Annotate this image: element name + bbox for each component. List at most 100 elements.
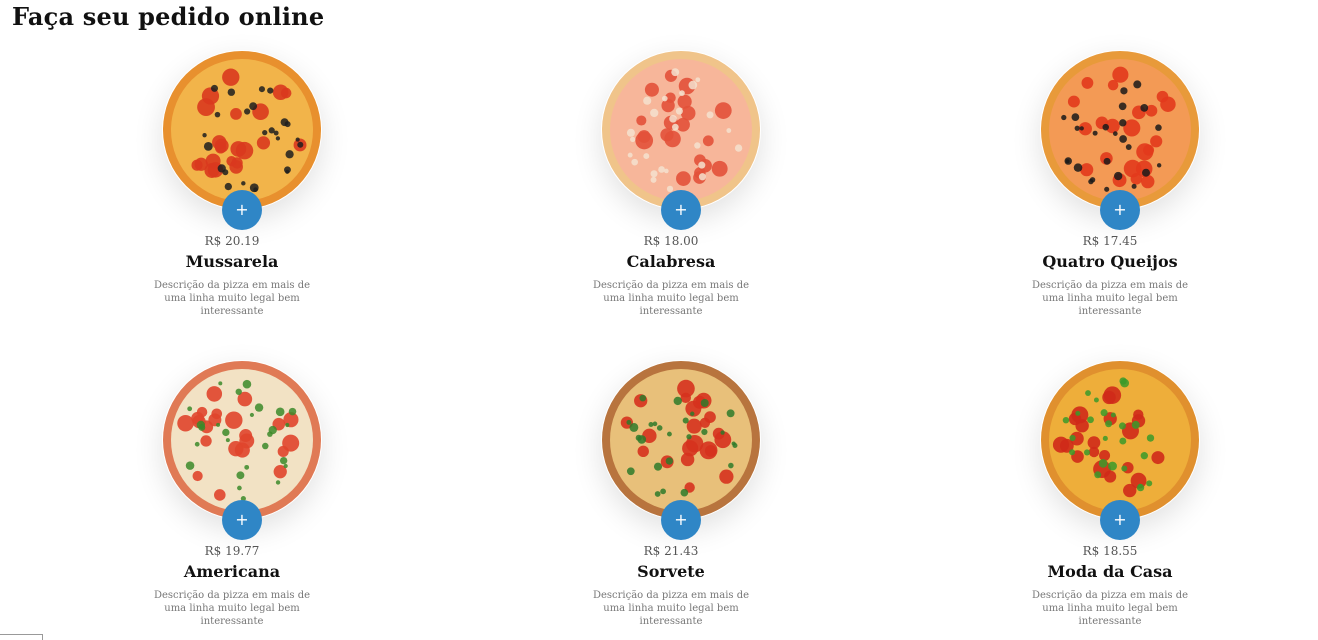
pizza-topping bbox=[216, 422, 221, 427]
pizza-topping bbox=[676, 171, 691, 186]
pizza-topping bbox=[277, 445, 289, 458]
pizza-topping bbox=[297, 141, 304, 148]
pizza-name: Sorvete bbox=[637, 562, 705, 581]
pizza-topping bbox=[275, 136, 281, 141]
pizza-topping bbox=[224, 182, 232, 191]
pizza-image[interactable] bbox=[1040, 360, 1200, 520]
pizza-topping bbox=[1073, 163, 1083, 172]
pizza-topping bbox=[698, 161, 706, 169]
pizza-topping bbox=[658, 166, 665, 173]
pizza-topping bbox=[639, 394, 647, 402]
pizza-topping bbox=[1069, 434, 1076, 442]
pizza-topping bbox=[1133, 409, 1144, 420]
pizza-topping bbox=[699, 417, 711, 428]
pizza-topping bbox=[719, 469, 734, 484]
pizza-topping bbox=[284, 166, 291, 174]
pizza-image[interactable] bbox=[601, 360, 761, 520]
pizza-topping bbox=[262, 442, 269, 450]
pizza-topping bbox=[1142, 168, 1151, 177]
pizza-topping bbox=[1119, 135, 1127, 143]
page: Faça seu pedido online + R$ 20.19 Mussar… bbox=[0, 0, 1318, 640]
pizza-topping bbox=[284, 121, 291, 128]
pizza-topping bbox=[1110, 412, 1116, 418]
pizza-topping bbox=[268, 425, 277, 435]
pizza-topping bbox=[672, 123, 679, 131]
pizza-image-wrap: + bbox=[1000, 42, 1220, 230]
pizza-name: Moda da Casa bbox=[1047, 562, 1173, 581]
pizza-topping bbox=[236, 471, 245, 480]
pizza-topping bbox=[258, 86, 265, 93]
add-to-cart-button[interactable]: + bbox=[1100, 500, 1140, 540]
pizza-topping bbox=[627, 152, 633, 158]
pizza-topping bbox=[673, 396, 682, 406]
pizza-topping bbox=[1062, 416, 1070, 424]
pizza-topping bbox=[244, 464, 250, 470]
pizza-topping bbox=[1150, 135, 1163, 148]
pizza-topping bbox=[1100, 409, 1108, 417]
pizza-topping bbox=[227, 88, 236, 96]
pizza-topping bbox=[285, 150, 294, 159]
pizza-topping bbox=[1123, 159, 1142, 178]
pizza-topping bbox=[644, 82, 659, 97]
pizza-topping bbox=[1119, 377, 1127, 385]
add-to-cart-button[interactable]: + bbox=[661, 190, 701, 230]
pizza-topping bbox=[637, 130, 651, 143]
pizza-description: Descrição da pizza em mais de uma linha … bbox=[153, 590, 311, 627]
pizza-description: Descrição da pizza em mais de uma linha … bbox=[1031, 590, 1189, 627]
pizza-topping bbox=[202, 132, 207, 138]
pizza-topping bbox=[285, 422, 290, 428]
pizza-image[interactable] bbox=[162, 360, 322, 520]
add-to-cart-button[interactable]: + bbox=[222, 190, 262, 230]
pizza-topping bbox=[1071, 406, 1089, 424]
pizza-topping bbox=[1087, 416, 1094, 424]
pizza-topping bbox=[660, 488, 667, 495]
pizza-image[interactable] bbox=[601, 50, 761, 210]
pizza-image-wrap: + bbox=[561, 352, 781, 540]
pizza-topping bbox=[1113, 171, 1123, 181]
pizza-topping bbox=[720, 430, 725, 435]
pizza-topping bbox=[1092, 130, 1098, 136]
pizza-topping bbox=[214, 489, 226, 501]
pizza-image[interactable] bbox=[1040, 50, 1200, 210]
pizza-price: R$ 17.45 bbox=[1082, 234, 1138, 248]
pizza-topping bbox=[728, 462, 734, 469]
pizza-topping bbox=[1085, 390, 1091, 397]
pizza-topping bbox=[185, 461, 195, 470]
pizza-topping bbox=[631, 158, 638, 166]
pizza-topping bbox=[1120, 87, 1128, 95]
pizza-image[interactable] bbox=[162, 50, 322, 210]
pizza-topping bbox=[688, 80, 698, 90]
pizza-topping bbox=[1067, 95, 1080, 108]
pizza-topping bbox=[626, 419, 632, 425]
pizza-topping bbox=[283, 463, 288, 469]
pizza-topping bbox=[1102, 435, 1108, 442]
pizza-topping bbox=[1119, 437, 1127, 445]
pizza-image-wrap: + bbox=[1000, 352, 1220, 540]
add-to-cart-button[interactable]: + bbox=[661, 500, 701, 540]
add-to-cart-button[interactable]: + bbox=[222, 500, 262, 540]
pizza-topping bbox=[648, 421, 654, 427]
pizza-topping bbox=[217, 164, 226, 173]
pizza-topping bbox=[1140, 104, 1149, 112]
pizza-topping bbox=[1081, 77, 1094, 89]
pizza-topping bbox=[665, 457, 674, 465]
pizza-topping bbox=[1131, 420, 1140, 429]
pizza-card: + R$ 18.00 Calabresa Descrição da pizza … bbox=[561, 42, 781, 318]
pizza-topping bbox=[726, 409, 735, 418]
pizza-topping bbox=[214, 142, 227, 154]
pizza-topping bbox=[694, 142, 701, 149]
pizza-topping bbox=[636, 115, 647, 126]
add-to-cart-button[interactable]: + bbox=[1100, 190, 1140, 230]
pizza-topping bbox=[1088, 178, 1094, 185]
pizza-card: + R$ 21.43 Sorvete Descrição da pizza em… bbox=[561, 352, 781, 628]
pizza-description: Descrição da pizza em mais de uma linha … bbox=[1031, 280, 1189, 317]
pizza-image-wrap: + bbox=[122, 352, 342, 540]
pizza-topping bbox=[244, 108, 251, 115]
pizza-topping bbox=[187, 406, 193, 412]
pizza-topping bbox=[1140, 452, 1148, 460]
pizza-topping bbox=[700, 399, 709, 407]
pizza-topping bbox=[1123, 483, 1137, 498]
pizza-price: R$ 18.00 bbox=[643, 234, 699, 248]
pizza-description: Descrição da pizza em mais de uma linha … bbox=[153, 280, 311, 317]
pizza-topping bbox=[1121, 465, 1128, 472]
